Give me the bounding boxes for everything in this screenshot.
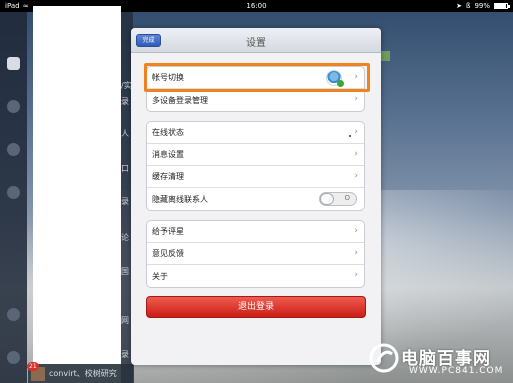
battery-icon: [494, 3, 510, 9]
chevron-right-icon: ›: [354, 226, 358, 236]
online-status-label: 在线状态: [152, 128, 184, 137]
message-settings-label: 消息设置: [152, 150, 184, 159]
rate-label: 给予评星: [152, 227, 184, 236]
multi-device-label: 多设备登录管理: [152, 95, 208, 105]
behind-text: 录: [121, 350, 129, 359]
toggle-knob[interactable]: [320, 193, 334, 205]
settings-nav-bar: 完成 设置: [131, 28, 381, 53]
chevron-right-icon: ›: [354, 270, 358, 280]
group-icon[interactable]: [7, 143, 20, 156]
behind-text: 录: [121, 97, 129, 106]
hide-offline-label: 隐藏离线联系人: [152, 194, 208, 204]
toggle-state-label: O: [344, 194, 350, 202]
add-icon[interactable]: [7, 186, 20, 199]
chevron-right-icon: ›: [354, 127, 358, 137]
avatar: 21: [27, 361, 45, 381]
chevron-right-icon: ›: [354, 94, 358, 104]
chat-icon[interactable]: [7, 57, 20, 70]
conversation-preview[interactable]: 21 convirt、校树研究: [27, 361, 134, 383]
behind-text: 网: [121, 316, 129, 325]
settings-title: 设置: [246, 38, 266, 49]
left-icon-rail: [0, 12, 27, 383]
watermark: 电脑百事网 WWW.PC841.COM: [363, 340, 513, 383]
bird-icon[interactable]: [7, 308, 20, 321]
hide-offline-row: 隐藏离线联系人 O: [147, 188, 364, 210]
logout-button[interactable]: 退出登录: [146, 296, 366, 318]
feedback-label: 意见反馈: [152, 249, 184, 258]
chevron-right-icon: ›: [354, 248, 358, 258]
contacts-icon[interactable]: [7, 100, 20, 113]
online-status-row[interactable]: 在线状态 ›: [147, 122, 364, 144]
rate-row[interactable]: 给予评星 ›: [147, 221, 364, 243]
settings-gear-icon[interactable]: [7, 351, 20, 364]
watermark-url: WWW.PC841.COM: [409, 366, 504, 376]
message-settings-row[interactable]: 消息设置 ›: [147, 144, 364, 166]
behind-text: 国: [121, 267, 129, 276]
feedback-row[interactable]: 意见反馈 ›: [147, 243, 364, 265]
watermark-logo-icon: [369, 343, 399, 373]
cache-clear-label: 缓存清理: [152, 172, 184, 181]
blank-panel: [33, 6, 121, 364]
behind-text: 录: [121, 197, 129, 206]
conversation-preview-text: convirt、校树研究: [49, 369, 117, 378]
chevron-right-icon: ›: [354, 171, 358, 181]
behind-text: 口: [121, 164, 129, 173]
highlight-box: [144, 63, 370, 92]
behind-text: 人: [121, 129, 129, 138]
hide-offline-toggle[interactable]: O: [319, 192, 357, 206]
unread-badge: 21: [27, 361, 39, 371]
multi-device-row[interactable]: 多设备登录管理 ›: [147, 89, 364, 111]
about-row[interactable]: 关于 ›: [147, 265, 364, 287]
status-dot-icon: [349, 135, 351, 137]
cache-clear-row[interactable]: 缓存清理 ›: [147, 166, 364, 188]
chevron-right-icon: ›: [354, 149, 358, 159]
settings-group-general: 在线状态 › 消息设置 › 缓存清理 › 隐藏离线联系人 O: [146, 121, 365, 211]
about-label: 关于: [152, 271, 168, 281]
behind-text: 论: [121, 233, 129, 242]
settings-group-about: 给予评星 › 意见反馈 › 关于 ›: [146, 220, 365, 288]
